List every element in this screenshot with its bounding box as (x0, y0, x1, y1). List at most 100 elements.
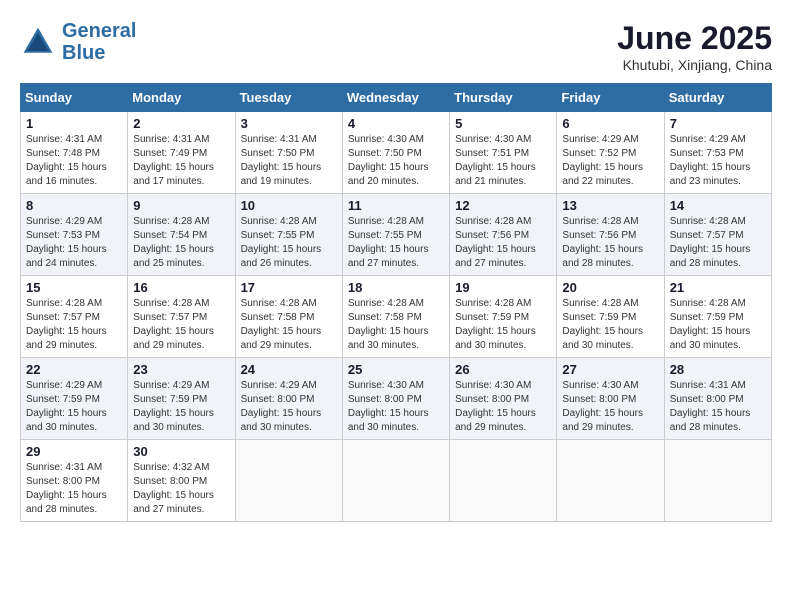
day-cell-23: 23Sunrise: 4:29 AMSunset: 7:59 PMDayligh… (128, 358, 235, 440)
logo: General Blue (20, 20, 136, 64)
title-block: June 2025 Khutubi, Xinjiang, China (617, 20, 772, 73)
day-number: 12 (455, 198, 551, 213)
header-saturday: Saturday (664, 84, 771, 112)
day-info: Sunrise: 4:28 AMSunset: 7:57 PMDaylight:… (26, 297, 122, 353)
day-info: Sunrise: 4:28 AMSunset: 7:55 PMDaylight:… (348, 215, 444, 271)
empty-cell (664, 440, 771, 522)
day-info: Sunrise: 4:28 AMSunset: 7:59 PMDaylight:… (562, 297, 658, 353)
day-cell-3: 3Sunrise: 4:31 AMSunset: 7:50 PMDaylight… (235, 112, 342, 194)
week-row-5: 29Sunrise: 4:31 AMSunset: 8:00 PMDayligh… (21, 440, 772, 522)
day-number: 26 (455, 362, 551, 377)
day-cell-29: 29Sunrise: 4:31 AMSunset: 8:00 PMDayligh… (21, 440, 128, 522)
day-info: Sunrise: 4:29 AMSunset: 8:00 PMDaylight:… (241, 379, 337, 435)
empty-cell (235, 440, 342, 522)
day-cell-16: 16 Sunrise: 4:28 AMSunset: 7:57 PMDayligh… (128, 276, 235, 358)
logo-icon (20, 24, 56, 60)
day-info: Sunrise: 4:28 AMSunset: 7:58 PMDaylight:… (241, 297, 337, 353)
day-cell-17: 17 Sunrise: 4:28 AMSunset: 7:58 PMDayligh… (235, 276, 342, 358)
day-info: Sunrise: 4:30 AMSunset: 7:51 PMDaylight:… (455, 133, 551, 189)
day-cell-26: 26 Sunrise: 4:30 AMSunset: 8:00 PMDayligh… (450, 358, 557, 440)
day-number: 6 (562, 116, 658, 131)
day-number: 20 (562, 280, 658, 295)
day-info: Sunrise: 4:28 AMSunset: 7:55 PMDaylight:… (241, 215, 337, 271)
day-info: Sunrise: 4:30 AMSunset: 7:50 PMDaylight:… (348, 133, 444, 189)
day-cell-27: 27 Sunrise: 4:30 AMSunset: 8:00 PMDayligh… (557, 358, 664, 440)
day-cell-12: 12 Sunrise: 4:28 AMSunset: 7:56 PMDayligh… (450, 194, 557, 276)
day-cell-20: 20 Sunrise: 4:28 AMSunset: 7:59 PMDayligh… (557, 276, 664, 358)
header-monday: Monday (128, 84, 235, 112)
day-cell-28: 28Sunrise: 4:31 AMSunset: 8:00 PMDayligh… (664, 358, 771, 440)
logo-blue: Blue (62, 42, 136, 64)
day-info: Sunrise: 4:32 AMSunset: 8:00 PMDaylight:… (133, 461, 229, 517)
week-row-3: 15 Sunrise: 4:28 AMSunset: 7:57 PMDayligh… (21, 276, 772, 358)
day-cell-4: 4 Sunrise: 4:30 AMSunset: 7:50 PMDaylight… (342, 112, 449, 194)
day-number: 1 (26, 116, 122, 131)
day-number: 10 (241, 198, 337, 213)
day-number: 14 (670, 198, 766, 213)
day-cell-21: 21 Sunrise: 4:28 AMSunset: 7:59 PMDayligh… (664, 276, 771, 358)
week-row-2: 8 Sunrise: 4:29 AMSunset: 7:53 PMDaylight… (21, 194, 772, 276)
day-number: 17 (241, 280, 337, 295)
day-cell-8: 8 Sunrise: 4:29 AMSunset: 7:53 PMDaylight… (21, 194, 128, 276)
day-number: 30 (133, 444, 229, 459)
day-cell-24: 24 Sunrise: 4:29 AMSunset: 8:00 PMDayligh… (235, 358, 342, 440)
week-row-1: 1 Sunrise: 4:31 AMSunset: 7:48 PMDaylight… (21, 112, 772, 194)
day-info: Sunrise: 4:28 AMSunset: 7:58 PMDaylight:… (348, 297, 444, 353)
day-number: 5 (455, 116, 551, 131)
day-info: Sunrise: 4:29 AMSunset: 7:59 PMDaylight:… (26, 379, 122, 435)
day-number: 21 (670, 280, 766, 295)
day-info: Sunrise: 4:31 AMSunset: 8:00 PMDaylight:… (670, 379, 766, 435)
day-info: Sunrise: 4:31 AMSunset: 7:48 PMDaylight:… (26, 133, 122, 189)
month-title: June 2025 (617, 20, 772, 57)
day-number: 8 (26, 198, 122, 213)
header-wednesday: Wednesday (342, 84, 449, 112)
day-number: 23 (133, 362, 229, 377)
day-cell-6: 6Sunrise: 4:29 AMSunset: 7:52 PMDaylight… (557, 112, 664, 194)
empty-cell (342, 440, 449, 522)
day-cell-14: 14 Sunrise: 4:28 AMSunset: 7:57 PMDayligh… (664, 194, 771, 276)
day-cell-25: 25 Sunrise: 4:30 AMSunset: 8:00 PMDayligh… (342, 358, 449, 440)
day-info: Sunrise: 4:28 AMSunset: 7:57 PMDaylight:… (133, 297, 229, 353)
day-number: 24 (241, 362, 337, 377)
day-info: Sunrise: 4:28 AMSunset: 7:59 PMDaylight:… (670, 297, 766, 353)
day-info: Sunrise: 4:28 AMSunset: 7:59 PMDaylight:… (455, 297, 551, 353)
page-header: General Blue June 2025 Khutubi, Xinjiang… (20, 20, 772, 73)
day-number: 27 (562, 362, 658, 377)
day-info: Sunrise: 4:30 AMSunset: 8:00 PMDaylight:… (562, 379, 658, 435)
day-number: 2 (133, 116, 229, 131)
day-cell-19: 19 Sunrise: 4:28 AMSunset: 7:59 PMDayligh… (450, 276, 557, 358)
header-tuesday: Tuesday (235, 84, 342, 112)
day-info: Sunrise: 4:28 AMSunset: 7:56 PMDaylight:… (455, 215, 551, 271)
day-info: Sunrise: 4:29 AMSunset: 7:53 PMDaylight:… (26, 215, 122, 271)
day-info: Sunrise: 4:29 AMSunset: 7:53 PMDaylight:… (670, 133, 766, 189)
day-cell-22: 22Sunrise: 4:29 AMSunset: 7:59 PMDayligh… (21, 358, 128, 440)
day-info: Sunrise: 4:28 AMSunset: 7:57 PMDaylight:… (670, 215, 766, 271)
day-number: 19 (455, 280, 551, 295)
day-cell-13: 13Sunrise: 4:28 AMSunset: 7:56 PMDayligh… (557, 194, 664, 276)
header-sunday: Sunday (21, 84, 128, 112)
day-cell-15: 15 Sunrise: 4:28 AMSunset: 7:57 PMDayligh… (21, 276, 128, 358)
day-info: Sunrise: 4:28 AMSunset: 7:54 PMDaylight:… (133, 215, 229, 271)
day-number: 7 (670, 116, 766, 131)
header-thursday: Thursday (450, 84, 557, 112)
empty-cell (557, 440, 664, 522)
logo-text: General Blue (62, 20, 136, 64)
day-number: 9 (133, 198, 229, 213)
day-cell-7: 7 Sunrise: 4:29 AMSunset: 7:53 PMDaylight… (664, 112, 771, 194)
day-cell-5: 5 Sunrise: 4:30 AMSunset: 7:51 PMDaylight… (450, 112, 557, 194)
day-number: 16 (133, 280, 229, 295)
week-row-4: 22Sunrise: 4:29 AMSunset: 7:59 PMDayligh… (21, 358, 772, 440)
day-cell-18: 18Sunrise: 4:28 AMSunset: 7:58 PMDayligh… (342, 276, 449, 358)
day-info: Sunrise: 4:31 AMSunset: 7:50 PMDaylight:… (241, 133, 337, 189)
logo-general: General (62, 20, 136, 42)
day-number: 25 (348, 362, 444, 377)
day-info: Sunrise: 4:30 AMSunset: 8:00 PMDaylight:… (348, 379, 444, 435)
day-cell-10: 10 Sunrise: 4:28 AMSunset: 7:55 PMDayligh… (235, 194, 342, 276)
day-info: Sunrise: 4:28 AMSunset: 7:56 PMDaylight:… (562, 215, 658, 271)
day-info: Sunrise: 4:30 AMSunset: 8:00 PMDaylight:… (455, 379, 551, 435)
day-number: 15 (26, 280, 122, 295)
calendar-table: Sunday Monday Tuesday Wednesday Thursday… (20, 83, 772, 522)
empty-cell (450, 440, 557, 522)
day-info: Sunrise: 4:31 AMSunset: 7:49 PMDaylight:… (133, 133, 229, 189)
day-number: 4 (348, 116, 444, 131)
